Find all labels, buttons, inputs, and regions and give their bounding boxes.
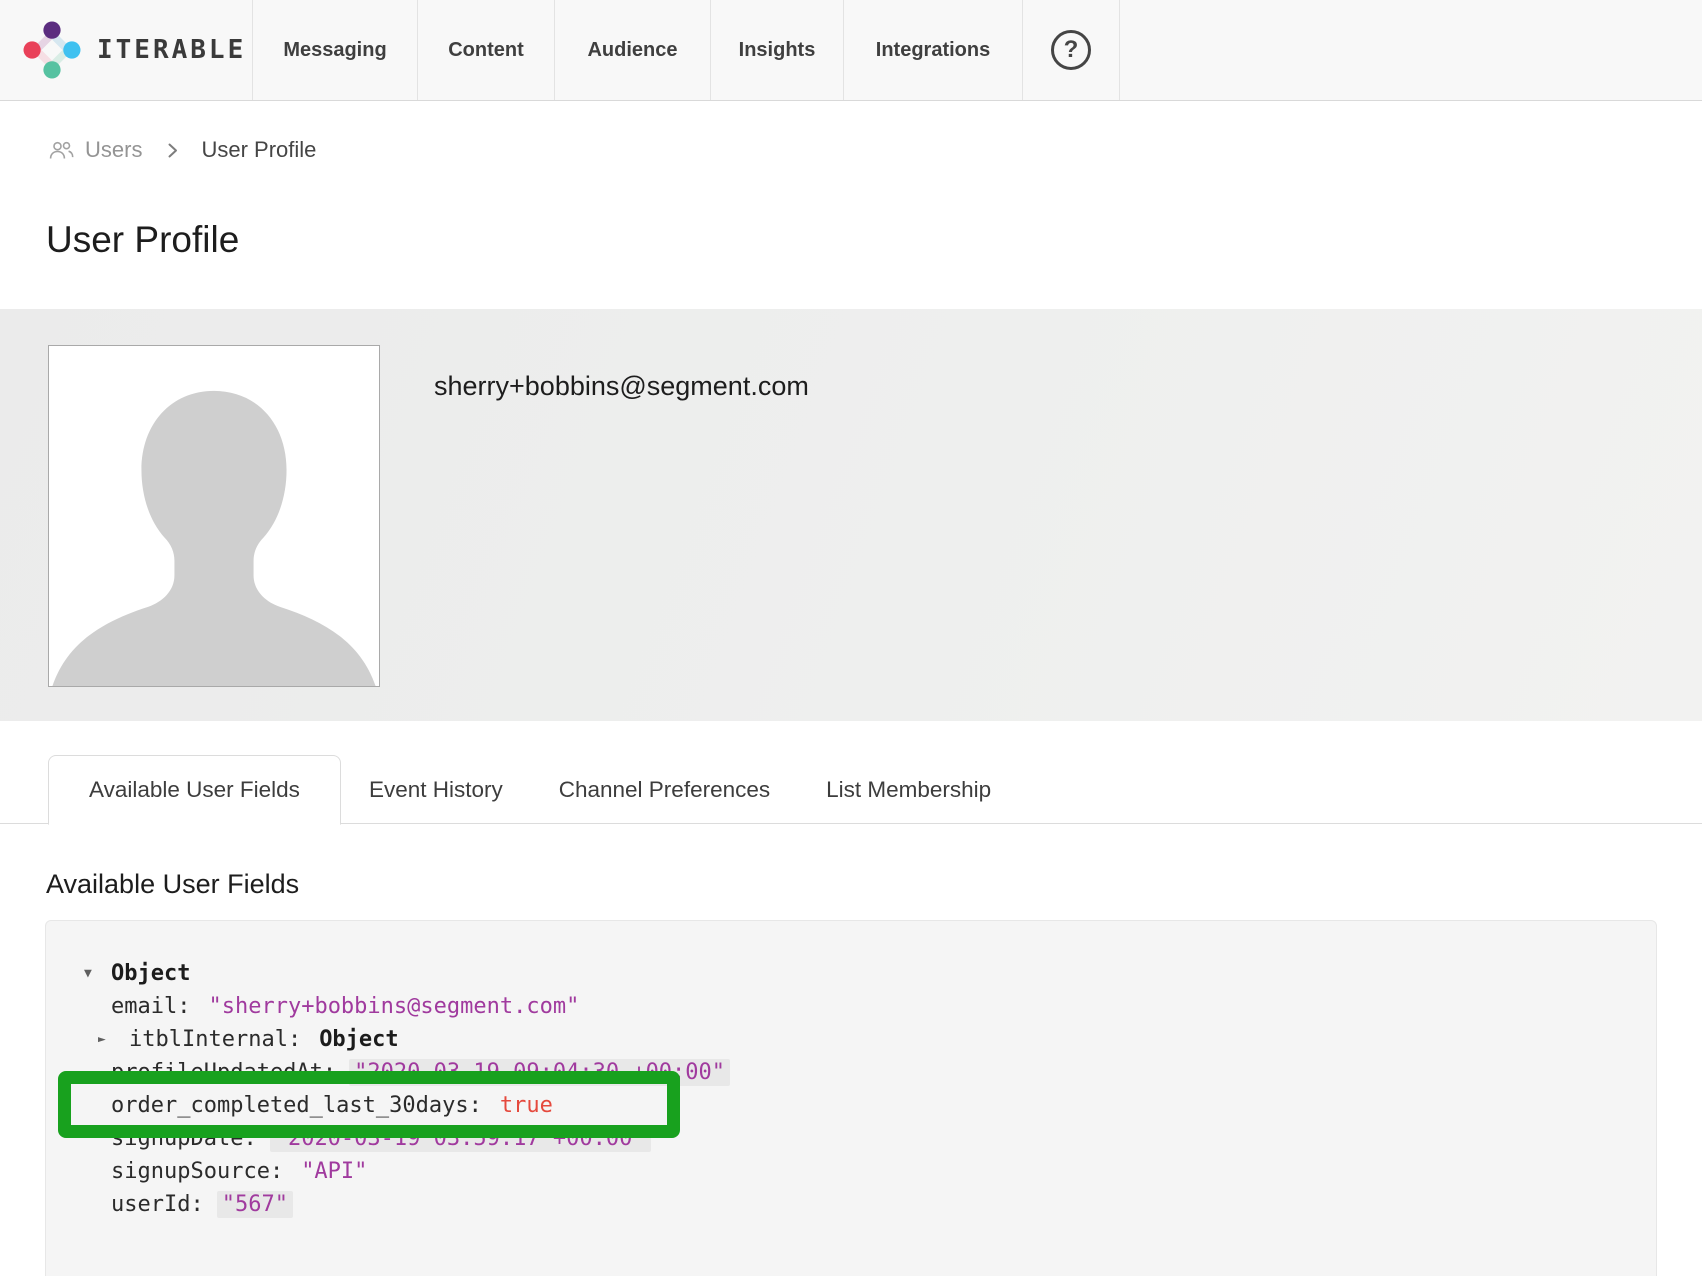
page-title: User Profile bbox=[46, 218, 1702, 261]
avatar-placeholder-silhouette bbox=[49, 348, 379, 686]
field-value: "2020-03-19 09:04:30 +00:00" bbox=[349, 1059, 730, 1086]
users-icon bbox=[48, 140, 75, 161]
tab-available-user-fields[interactable]: Available User Fields bbox=[48, 755, 341, 825]
field-key: itblInternal: bbox=[129, 1027, 301, 1052]
help-button[interactable]: ? bbox=[1022, 0, 1120, 100]
help-question-icon: ? bbox=[1051, 30, 1091, 70]
field-row-itblinternal: ► itblInternal: Object bbox=[84, 1023, 1636, 1056]
field-key: profileUpdatedAt: bbox=[111, 1060, 336, 1085]
field-row-signupdate: signupDate: "2020-03-19 03:59:17 +00:00" bbox=[84, 1122, 1636, 1155]
nav-item-integrations[interactable]: Integrations bbox=[843, 0, 1022, 100]
field-key: signupSource: bbox=[111, 1159, 283, 1184]
tree-root-row: ▼ Object bbox=[84, 957, 1636, 990]
iterable-logo-icon bbox=[22, 20, 82, 80]
field-value: "API" bbox=[296, 1158, 372, 1185]
tab-event-history[interactable]: Event History bbox=[341, 755, 531, 824]
field-key: email: bbox=[111, 994, 190, 1019]
top-nav: ITERABLE Messaging Content Audience Insi… bbox=[0, 0, 1702, 101]
field-row-email: email: "sherry+bobbins@segment.com" bbox=[84, 990, 1636, 1023]
field-value: "sherry+bobbins@segment.com" bbox=[203, 993, 584, 1020]
brand[interactable]: ITERABLE bbox=[0, 0, 252, 100]
tab-channel-preferences[interactable]: Channel Preferences bbox=[531, 755, 798, 824]
field-row-userid: userId: "567" bbox=[84, 1188, 1636, 1221]
field-key: order_completed_last_30days: bbox=[111, 1093, 482, 1118]
field-row-profileupdatedat: profileUpdatedAt: "2020-03-19 09:04:30 +… bbox=[84, 1056, 1636, 1089]
tree-root-label: Object bbox=[111, 961, 190, 986]
nav-item-insights[interactable]: Insights bbox=[710, 0, 843, 100]
field-key: signupDate: bbox=[111, 1126, 257, 1151]
user-fields-panel: ▼ Object email: "sherry+bobbins@segment.… bbox=[45, 920, 1657, 1276]
section-heading: Available User Fields bbox=[46, 868, 1702, 900]
field-row-signupsource: signupSource: "API" bbox=[84, 1155, 1636, 1188]
nav-item-audience[interactable]: Audience bbox=[554, 0, 710, 100]
field-row-order-completed-last-30days: order_completed_last_30days: true bbox=[84, 1089, 1636, 1122]
field-value: "2020-03-19 03:59:17 +00:00" bbox=[270, 1125, 651, 1152]
breadcrumb: Users User Profile bbox=[48, 137, 1702, 163]
tab-list-membership[interactable]: List Membership bbox=[798, 755, 1019, 824]
field-value: true bbox=[495, 1092, 558, 1119]
brand-name: ITERABLE bbox=[97, 35, 246, 65]
user-email: sherry+bobbins@segment.com bbox=[434, 371, 809, 402]
breadcrumb-current: User Profile bbox=[201, 137, 316, 163]
field-value: Object bbox=[314, 1026, 403, 1053]
nav-item-content[interactable]: Content bbox=[417, 0, 554, 100]
collapse-triangle-icon[interactable]: ▼ bbox=[84, 966, 111, 981]
avatar bbox=[48, 345, 380, 687]
expand-triangle-icon[interactable]: ► bbox=[84, 1032, 129, 1047]
breadcrumb-users-label: Users bbox=[85, 137, 142, 163]
profile-hero: sherry+bobbins@segment.com bbox=[0, 309, 1702, 721]
field-value: "567" bbox=[217, 1191, 293, 1218]
profile-tabs: Available User Fields Event History Chan… bbox=[0, 755, 1702, 824]
nav-item-messaging[interactable]: Messaging bbox=[252, 0, 417, 100]
breadcrumb-users-link[interactable]: Users bbox=[48, 137, 142, 163]
breadcrumb-separator-icon bbox=[166, 140, 179, 161]
field-key: userId: bbox=[111, 1192, 204, 1217]
